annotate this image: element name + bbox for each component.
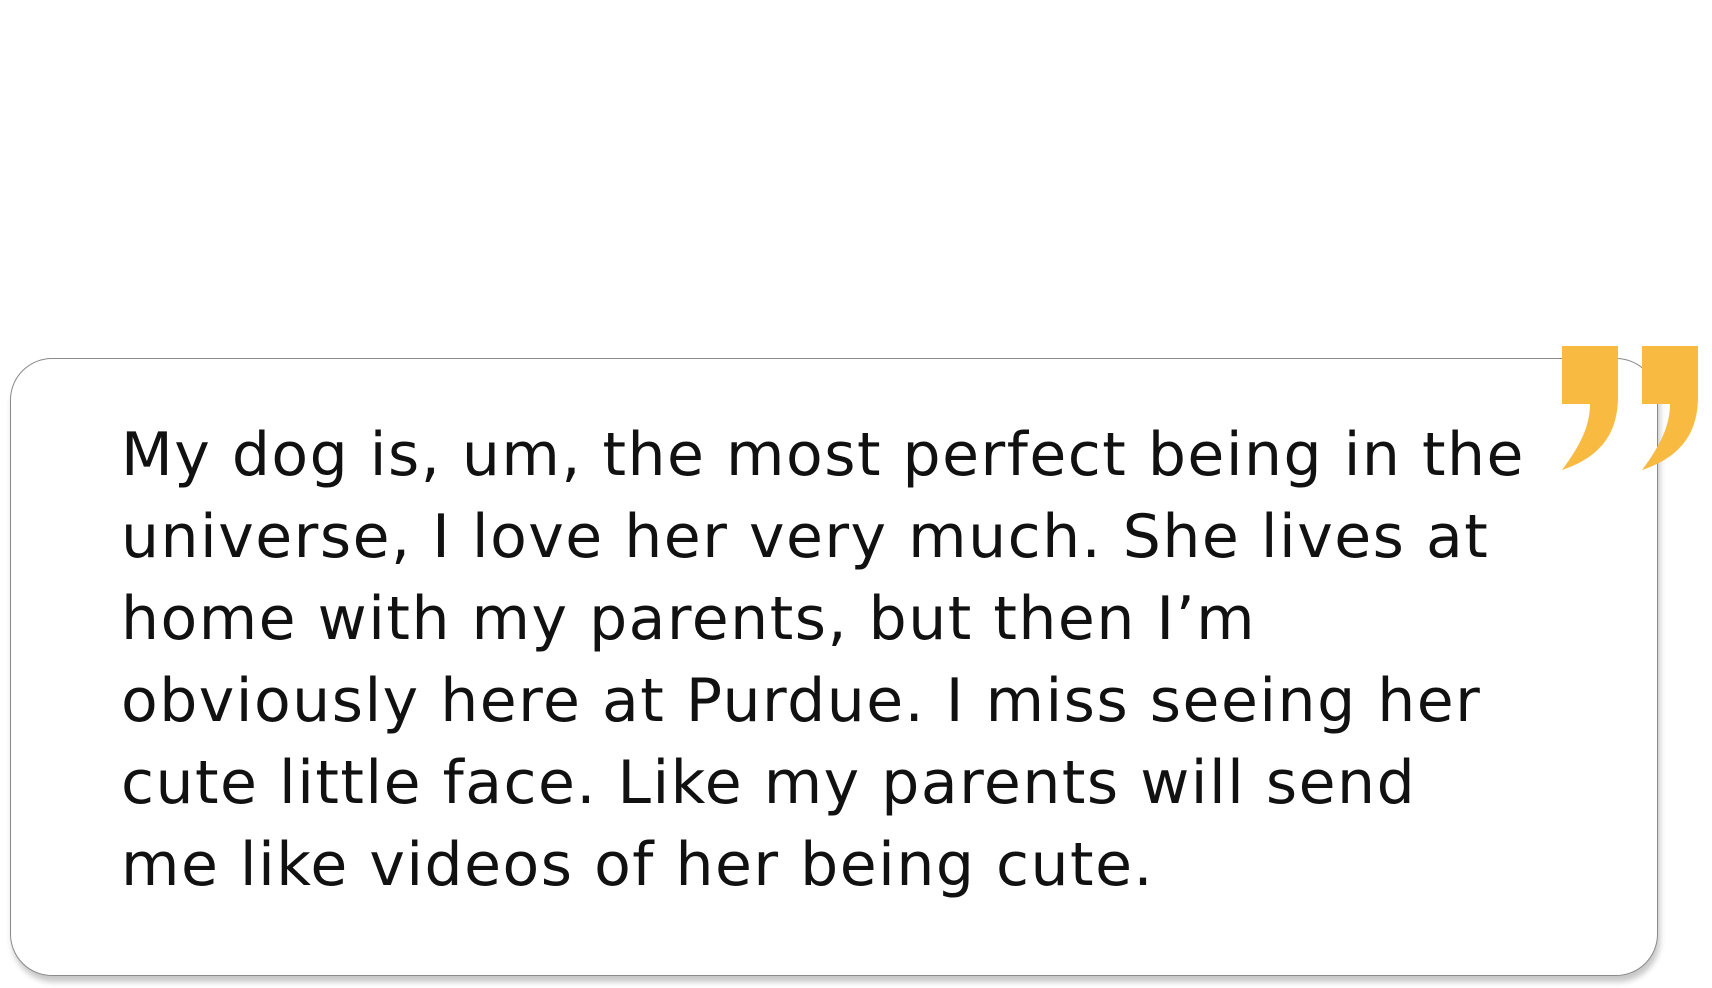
closing-quote-icon [1562, 346, 1698, 470]
quote-card: My dog is, um, the most perfect being in… [10, 358, 1658, 976]
quote-text: My dog is, um, the most perfect being in… [121, 420, 1525, 900]
